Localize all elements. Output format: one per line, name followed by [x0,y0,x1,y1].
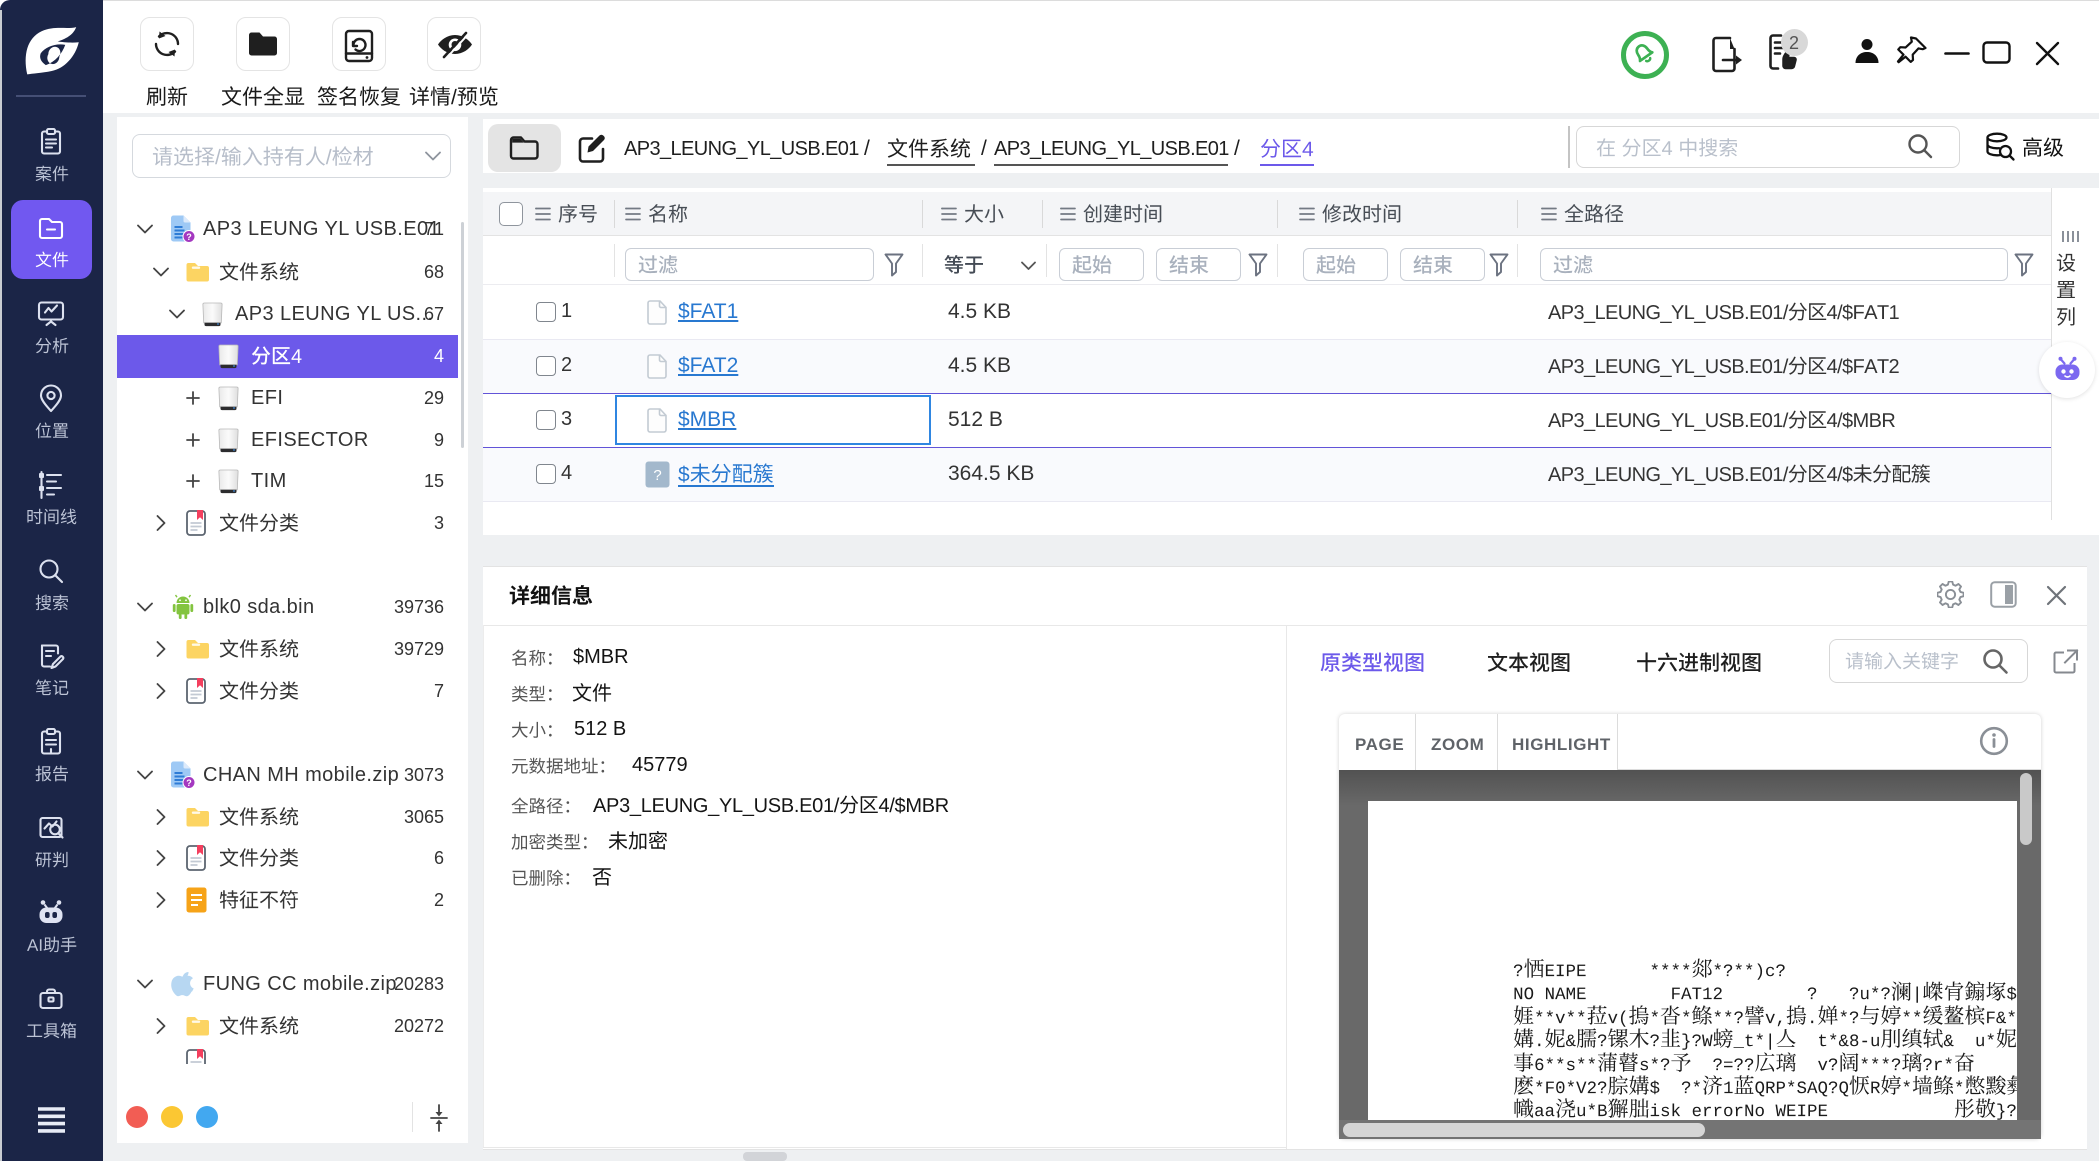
svg-text:?: ? [186,232,192,242]
svg-text:?: ? [653,467,661,484]
svg-text:?: ? [186,778,192,788]
